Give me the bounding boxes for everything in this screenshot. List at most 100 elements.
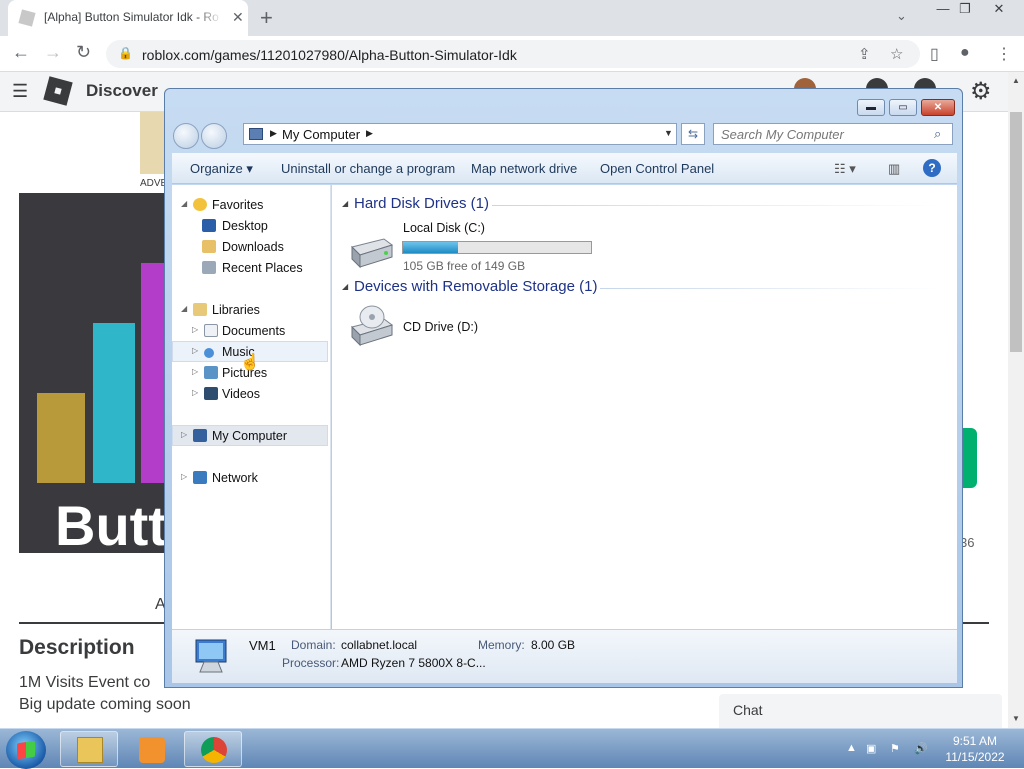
domain-label: Domain:	[291, 638, 336, 652]
nav-desktop[interactable]: Desktop	[172, 216, 328, 237]
explorer-back-button[interactable]	[173, 123, 199, 149]
back-arrow-icon[interactable]: ←	[12, 42, 30, 63]
browser-restore-button[interactable]: ❐	[950, 0, 980, 20]
explorer-address-bar[interactable]: ▶ My Computer ▶ ▼	[243, 123, 677, 145]
nav-network[interactable]: ▷ Network	[172, 468, 328, 489]
collapse-arrow-icon[interactable]: ▷	[181, 430, 187, 439]
collapse-arrow-icon[interactable]: ▷	[192, 325, 198, 334]
tray-expand-icon[interactable]: ▲	[846, 742, 857, 754]
settings-gear-icon[interactable]: ⚙	[970, 77, 992, 106]
address-dropdown-icon[interactable]: ▼	[664, 128, 673, 138]
tray-network-icon[interactable]: ▣	[866, 742, 876, 755]
explorer-minimize-button[interactable]: ▬	[857, 99, 885, 116]
map-network-drive-button[interactable]: Map network drive	[471, 161, 577, 176]
side-panel-icon[interactable]: ▯	[930, 44, 939, 64]
taskbar-media-player[interactable]	[122, 731, 180, 767]
videos-icon	[204, 387, 218, 400]
bookmark-star-icon[interactable]: ☆	[890, 45, 903, 63]
breadcrumb-separator-icon[interactable]: ▶	[270, 128, 277, 139]
profile-avatar-icon[interactable]: ●	[960, 44, 970, 62]
explorer-search-input[interactable]: Search My Computer ⌕	[713, 123, 953, 145]
browser-close-button[interactable]: ✕	[984, 0, 1014, 20]
tab-search-chevron-icon[interactable]: ⌄	[896, 8, 907, 24]
computer-monitor-icon	[195, 639, 227, 673]
collapse-arrow-icon[interactable]: ▷	[192, 346, 198, 355]
group-collapse-icon[interactable]: ◢	[342, 199, 348, 208]
group-header-text: Devices with Removable Storage (1)	[354, 278, 598, 295]
group-divider	[600, 288, 940, 289]
share-icon[interactable]: ⇪	[858, 45, 871, 63]
taskbar-explorer[interactable]	[60, 731, 118, 767]
windows-logo-icon	[17, 740, 35, 760]
search-icon[interactable]: ⌕	[934, 126, 941, 142]
nav-discover[interactable]: Discover	[86, 81, 158, 101]
collapse-arrow-icon[interactable]: ▷	[192, 388, 198, 397]
nav-downloads[interactable]: Downloads	[172, 237, 328, 258]
tray-volume-icon[interactable]: 🔊	[914, 742, 928, 755]
command-bar: Organize ▾ Uninstall or change a program…	[172, 153, 957, 184]
explorer-refresh-icon[interactable]: ⇆	[681, 123, 705, 145]
nav-libraries[interactable]: ◢ Libraries	[172, 300, 328, 321]
nav-recent-places[interactable]: Recent Places	[172, 258, 328, 279]
reload-icon[interactable]: ↻	[76, 42, 91, 63]
collapse-arrow-icon[interactable]: ▷	[181, 472, 187, 481]
network-icon	[193, 471, 207, 484]
hero-bar-yellow	[37, 393, 85, 483]
content-pane: ◢ Hard Disk Drives (1) Local Disk (C:) 1…	[332, 185, 957, 629]
lock-icon: 🔒	[118, 46, 133, 60]
open-control-panel-button[interactable]: Open Control Panel	[600, 161, 714, 176]
tray-action-center-icon[interactable]: ⚑	[890, 742, 900, 755]
nav-favorites[interactable]: ◢ Favorites	[172, 195, 328, 216]
start-button[interactable]	[6, 731, 46, 769]
organize-button[interactable]: Organize ▾	[190, 161, 253, 177]
preview-pane-icon[interactable]: ▥	[888, 161, 900, 177]
scrollbar-thumb[interactable]	[1010, 112, 1022, 352]
address-bar[interactable]: 🔒 roblox.com/games/11201027980/Alpha-But…	[106, 40, 920, 68]
windows-taskbar: ▲ ▣ ⚑ 🔊 9:51 AM 11/15/2022	[0, 728, 1024, 769]
nav-label: Favorites	[212, 198, 264, 212]
clock-date: 11/15/2022	[945, 750, 1005, 764]
drive-c-name: Local Disk (C:)	[403, 221, 485, 235]
explorer-restore-button[interactable]: ▭	[889, 99, 917, 116]
breadcrumb-my-computer[interactable]: My Computer	[282, 127, 360, 142]
nav-label: Videos	[222, 387, 260, 401]
hard-drive-icon	[351, 238, 394, 269]
page-scrollbar[interactable]: ▲ ▼	[1008, 72, 1024, 728]
nav-my-computer[interactable]: ▷ My Computer	[172, 425, 328, 446]
explorer-close-button[interactable]: ✕	[921, 99, 955, 116]
help-icon[interactable]: ?	[923, 159, 941, 177]
group-collapse-icon[interactable]: ◢	[342, 282, 348, 291]
nav-documents[interactable]: ▷ Documents	[172, 321, 328, 342]
uninstall-program-button[interactable]: Uninstall or change a program	[281, 161, 455, 176]
computer-name: VM1	[249, 638, 276, 653]
scroll-down-icon[interactable]: ▼	[1012, 714, 1020, 723]
scroll-up-icon[interactable]: ▲	[1012, 76, 1020, 85]
explorer-forward-button[interactable]	[201, 123, 227, 149]
memory-value: 8.00 GB	[531, 638, 576, 652]
play-button[interactable]	[962, 428, 977, 488]
chat-bar[interactable]: Chat	[719, 694, 1002, 728]
hero-title-text: Butt	[55, 494, 167, 553]
expand-arrow-icon[interactable]: ◢	[181, 304, 187, 313]
browser-tab[interactable]: [Alpha] Button Simulator Idk - Ro ✕	[8, 0, 248, 36]
menu-kebab-icon[interactable]: ⋮	[996, 44, 1012, 64]
roblox-logo-icon[interactable]	[43, 76, 73, 106]
memory-label: Memory:	[478, 638, 525, 652]
new-tab-button[interactable]: +	[260, 5, 273, 31]
hamburger-menu-icon[interactable]: ☰	[12, 81, 28, 102]
nav-label: Network	[212, 471, 258, 485]
system-clock[interactable]: 9:51 AM 11/15/2022	[930, 733, 1020, 765]
libraries-icon	[193, 303, 207, 316]
url-text[interactable]: roblox.com/games/11201027980/Alpha-Butto…	[142, 47, 517, 63]
expand-arrow-icon[interactable]: ◢	[181, 199, 187, 208]
change-view-icon[interactable]: ☷ ▾	[834, 161, 856, 177]
taskbar-chrome[interactable]	[184, 731, 242, 767]
drive-c-free-space: 105 GB free of 149 GB	[403, 259, 526, 273]
processor-value: AMD Ryzen 7 5800X 8-C...	[341, 656, 486, 670]
breadcrumb-separator-icon[interactable]: ▶	[366, 128, 373, 139]
collapse-arrow-icon[interactable]: ▷	[192, 367, 198, 376]
tab-close-icon[interactable]: ✕	[232, 9, 244, 26]
nav-videos[interactable]: ▷ Videos	[172, 384, 328, 405]
game-thumbnail[interactable]	[140, 112, 166, 174]
forward-arrow-icon[interactable]: →	[44, 42, 62, 63]
